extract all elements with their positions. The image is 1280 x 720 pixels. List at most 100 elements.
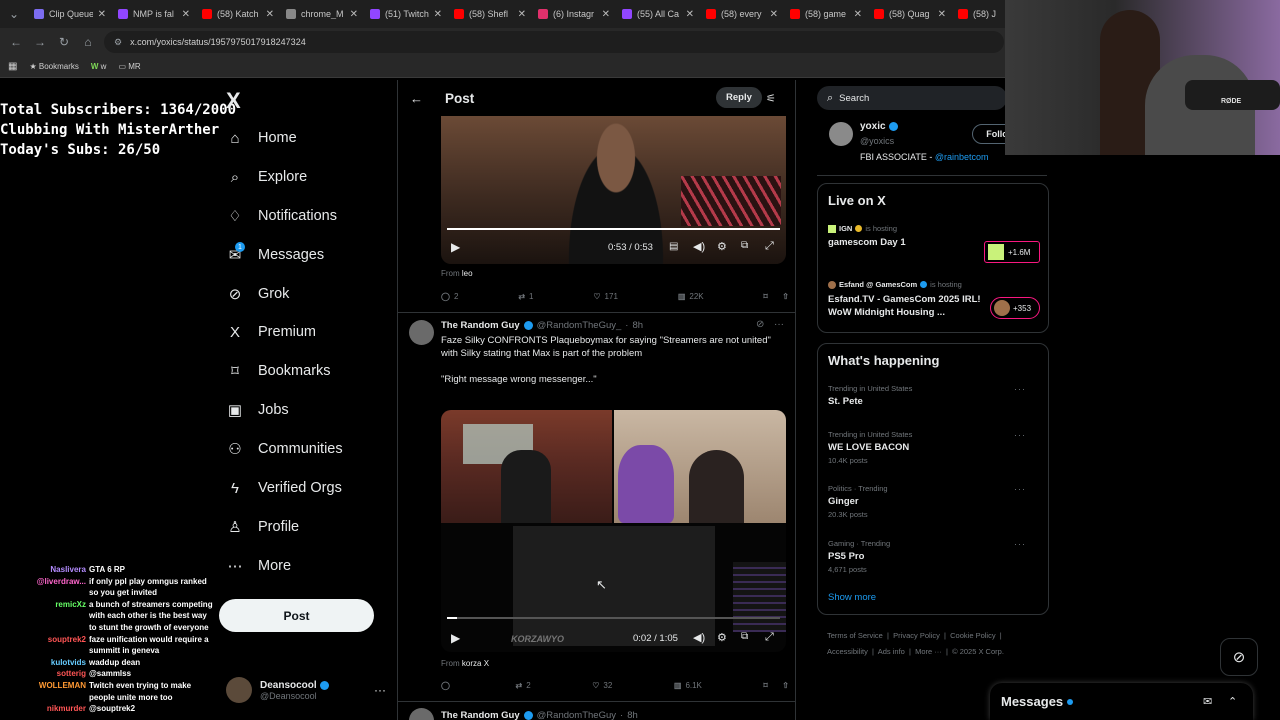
footer-accessibility[interactable]: Accessibility xyxy=(827,647,868,656)
new-message-icon[interactable]: ✉ xyxy=(1203,695,1212,708)
play-icon[interactable]: ▶ xyxy=(451,240,460,254)
back-arrow-icon[interactable]: ← xyxy=(410,91,423,106)
reply-button[interactable]: Reply xyxy=(716,87,762,108)
tweet-time[interactable]: 8h xyxy=(627,710,638,720)
trend-item[interactable]: Trending in United States St. Pete ··· xyxy=(828,384,1040,407)
views-action[interactable]: ▥ 22K xyxy=(678,289,704,303)
browser-tab[interactable]: (55) All Ca ✕ xyxy=(616,0,700,28)
more-icon[interactable]: ··· xyxy=(1014,539,1026,549)
trend-item[interactable]: Trending in United States WE LOVE BACON 10… xyxy=(828,430,1040,465)
popout-icon[interactable]: ⧉ xyxy=(741,631,748,642)
grok-icon[interactable]: ⊘ xyxy=(756,319,764,330)
video-player-2[interactable]: ▶ KORZAWYO 0:02 / 1:05 ◀) ⚙ ⧉ ⤢ ↖ xyxy=(441,410,786,652)
post-button[interactable]: Post xyxy=(219,599,374,632)
more-icon[interactable]: ··· xyxy=(774,319,784,330)
nav-item-more[interactable]: ⋯ More xyxy=(226,552,292,580)
close-icon[interactable]: ✕ xyxy=(854,9,862,20)
close-icon[interactable]: ✕ xyxy=(434,9,442,20)
nav-item-jobs[interactable]: ▣ Jobs xyxy=(226,396,289,424)
nav-item-bookmarks[interactable]: ⌑ Bookmarks xyxy=(226,357,330,385)
video-progress-bar[interactable] xyxy=(447,617,780,619)
nav-item-profile[interactable]: ♙ Profile xyxy=(226,513,299,541)
repost-action[interactable]: ⇄ 2 xyxy=(516,678,531,692)
live-count-badge[interactable]: +353 xyxy=(990,297,1040,319)
repost-action[interactable]: ⇄ 1 xyxy=(518,289,533,303)
close-icon[interactable]: ✕ xyxy=(518,9,526,20)
live-count-badge[interactable]: +1.6M xyxy=(984,241,1040,263)
search-input[interactable]: ⌕ Search xyxy=(817,86,1007,110)
tweet-author-handle[interactable]: @RandomTheGuy xyxy=(537,710,616,720)
browser-tab[interactable]: chrome_M ✕ xyxy=(280,0,364,28)
live-item-2[interactable]: Esfand @ GamesCom is hosting Esfand.TV -… xyxy=(828,280,988,324)
footer-terms[interactable]: Terms of Service xyxy=(827,631,883,640)
nav-item-verified-orgs[interactable]: ϟ Verified Orgs xyxy=(226,474,342,502)
footer-more[interactable]: More ··· xyxy=(915,647,942,656)
browser-tab[interactable]: (58) every ✕ xyxy=(700,0,784,28)
avatar[interactable] xyxy=(409,320,434,345)
bookmark-action-icon[interactable]: ⌑ xyxy=(764,292,768,301)
bookmark-item-bookmarks[interactable]: ★ Bookmarks xyxy=(29,62,78,71)
site-info-icon[interactable]: ⚙ xyxy=(114,37,122,48)
profile-name[interactable]: yoxic xyxy=(860,121,886,132)
footer-ads[interactable]: Ads info xyxy=(878,647,905,656)
avatar[interactable] xyxy=(829,122,853,146)
settings-icon[interactable]: ⚙ xyxy=(717,631,727,644)
messages-drawer[interactable]: Messages ✉ ⌃ xyxy=(990,683,1253,720)
share-icon[interactable]: ⇧ xyxy=(782,292,789,301)
tweet-author-name[interactable]: The Random Guy xyxy=(441,320,520,331)
popout-icon[interactable]: ⧉ xyxy=(741,240,748,251)
forward-icon[interactable]: → xyxy=(28,35,52,49)
fullscreen-icon[interactable]: ⤢ xyxy=(765,631,774,644)
nav-item-premium[interactable]: X Premium xyxy=(226,318,316,346)
captions-icon[interactable]: ▤ xyxy=(669,241,678,252)
browser-tab[interactable]: (58) Quag ✕ xyxy=(868,0,952,28)
close-icon[interactable]: ✕ xyxy=(686,9,694,20)
tweet-author-name[interactable]: The Random Guy xyxy=(441,710,520,720)
bookmark-action-icon[interactable]: ⌑ xyxy=(763,681,767,690)
nav-item-notifications[interactable]: ♢ Notifications xyxy=(226,202,337,230)
avatar[interactable] xyxy=(409,708,434,720)
video-progress-bar[interactable] xyxy=(447,228,780,230)
nav-item-messages[interactable]: ✉ 1 Messages xyxy=(226,241,324,269)
settings-icon[interactable]: ⚙ xyxy=(717,240,727,253)
browser-tab[interactable]: NMP is fal ✕ xyxy=(112,0,196,28)
footer-privacy[interactable]: Privacy Policy xyxy=(893,631,940,640)
tweet-author-handle[interactable]: @RandomTheGuy_ xyxy=(537,320,622,331)
fullscreen-icon[interactable]: ⤢ xyxy=(765,240,774,253)
nav-item-communities[interactable]: ⚇ Communities xyxy=(226,435,342,463)
more-icon[interactable]: ··· xyxy=(374,683,386,697)
more-icon[interactable]: ··· xyxy=(1014,384,1026,394)
like-action[interactable]: ♡ 171 xyxy=(593,289,618,303)
video-source-link[interactable]: leo xyxy=(462,269,473,278)
video-player-1[interactable]: ▶ 0:53 / 0:53 ▤ ◀) ⚙ ⧉ ⤢ xyxy=(441,116,786,264)
volume-icon[interactable]: ◀) xyxy=(693,631,705,644)
like-action[interactable]: ♡ 32 xyxy=(592,678,612,692)
x-logo-icon[interactable]: X xyxy=(226,88,241,114)
nav-item-home[interactable]: ⌂ Home xyxy=(226,124,296,152)
reply-action[interactable]: ◯ 2 xyxy=(441,289,458,303)
close-icon[interactable]: ✕ xyxy=(602,9,610,20)
browser-tab[interactable]: (58) Katch ✕ xyxy=(196,0,280,28)
bookmark-item-w[interactable]: W w xyxy=(91,62,107,71)
share-icon[interactable]: ⇧ xyxy=(782,681,789,690)
close-icon[interactable]: ✕ xyxy=(266,9,274,20)
close-icon[interactable]: ✕ xyxy=(770,9,778,20)
settings-sliders-icon[interactable]: ⚟ xyxy=(766,92,776,105)
close-icon[interactable]: ✕ xyxy=(938,9,946,20)
url-field[interactable]: ⚙ x.com/yoxics/status/195797501791824732… xyxy=(104,31,1004,53)
bio-link[interactable]: @rainbetcom xyxy=(935,152,989,162)
more-icon[interactable]: ··· xyxy=(1014,430,1026,440)
expand-icon[interactable]: ⌃ xyxy=(1228,695,1237,708)
close-icon[interactable]: ✕ xyxy=(182,9,190,20)
bookmark-item-mr[interactable]: ▭ MR xyxy=(118,62,140,71)
browser-tab[interactable]: (51) Twitch ✕ xyxy=(364,0,448,28)
volume-icon[interactable]: ◀) xyxy=(693,240,705,253)
browser-tab[interactable]: Clip Queue ✕ xyxy=(28,0,112,28)
tweet-time[interactable]: 8h xyxy=(632,320,643,331)
home-browser-icon[interactable]: ⌂ xyxy=(76,35,100,49)
footer-cookie[interactable]: Cookie Policy xyxy=(950,631,995,640)
show-more-link[interactable]: Show more xyxy=(828,592,876,603)
tab-search-icon[interactable]: ⌄ xyxy=(0,7,28,21)
play-icon[interactable]: ▶ xyxy=(451,631,460,645)
grok-floating-icon[interactable]: ⊘ xyxy=(1220,638,1258,676)
